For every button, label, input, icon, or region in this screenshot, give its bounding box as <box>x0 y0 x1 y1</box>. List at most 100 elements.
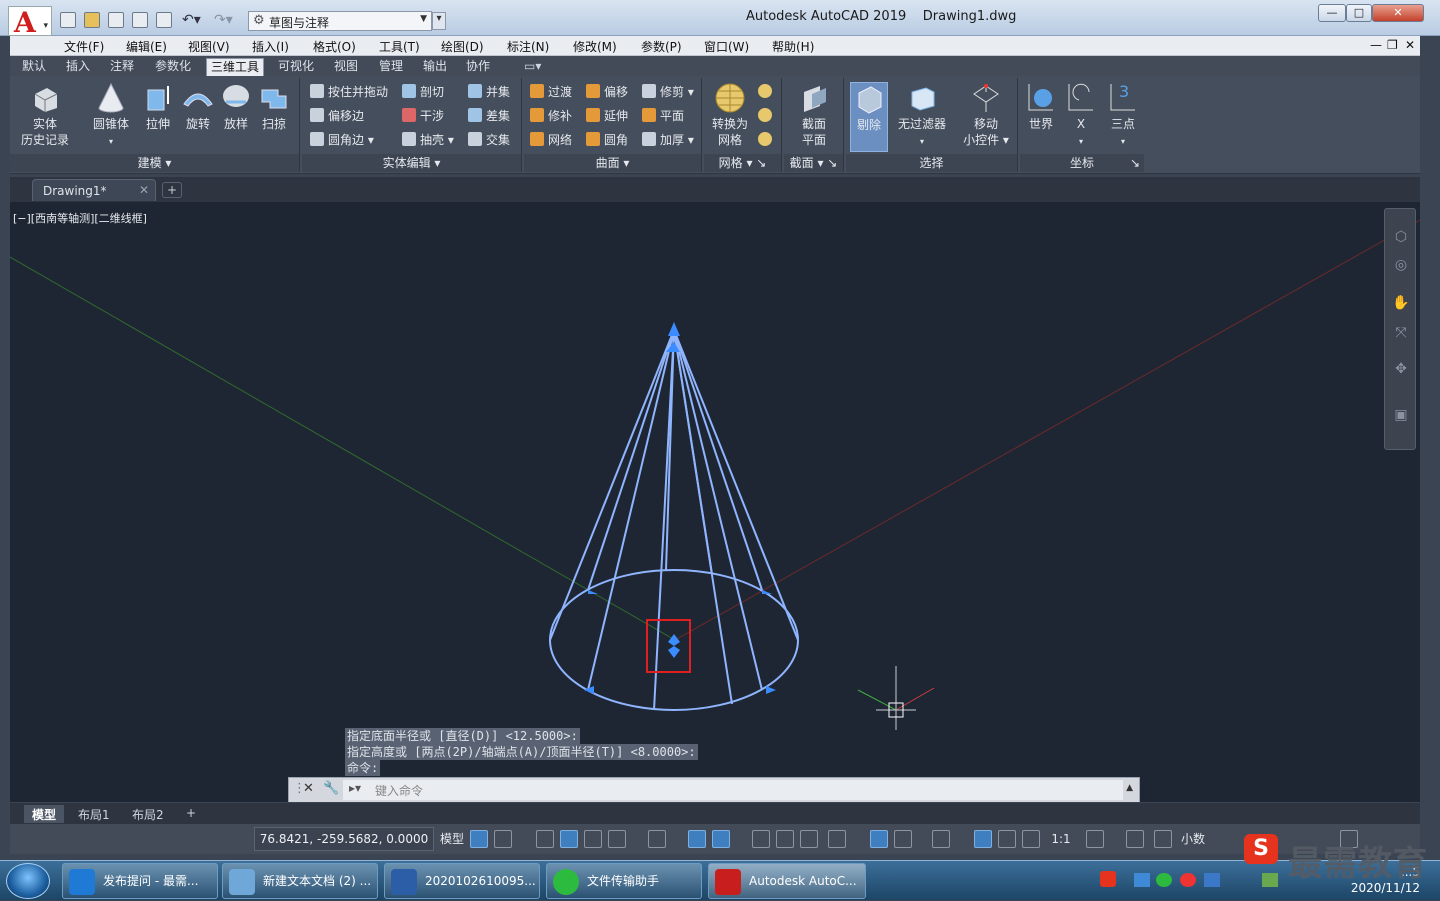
tab-manage[interactable]: 管理 <box>375 58 407 76</box>
menu-help[interactable]: 帮助(H) <box>772 38 814 55</box>
revolve-button[interactable]: 旋转 <box>178 82 218 132</box>
menu-tools[interactable]: 工具(T) <box>379 38 420 55</box>
surface-network-button[interactable]: 网络 <box>530 132 572 148</box>
menu-view[interactable]: 视图(V) <box>188 38 230 55</box>
taskbar-item-browser[interactable]: 发布提问 - 最需... <box>62 863 218 899</box>
auto-scale-icon[interactable] <box>998 830 1016 848</box>
intersect-button[interactable]: 交集 <box>468 132 510 148</box>
app-menu-button[interactable]: A ▾ <box>8 6 52 39</box>
dynamic-input-icon[interactable] <box>560 830 578 848</box>
tab-drawing1[interactable]: Drawing1* ✕ <box>32 179 156 201</box>
tab-output[interactable]: 输出 <box>419 58 451 76</box>
tab-3d-tools[interactable]: 三维工具 <box>206 58 265 76</box>
command-input[interactable]: ▸▾ 键入命令 <box>343 780 1123 800</box>
annotation-monitor-icon[interactable] <box>1126 830 1144 848</box>
no-filter-button[interactable]: 无过滤器 ▾ <box>894 82 950 150</box>
save-icon[interactable] <box>108 12 124 28</box>
object-snap-icon[interactable] <box>712 830 730 848</box>
taskbar-item-wechat[interactable]: 文件传输助手 <box>546 863 702 899</box>
wechat-tray-icon[interactable] <box>1156 873 1172 887</box>
mesh-option-3-icon[interactable] <box>758 132 776 148</box>
doc-minimize-button[interactable]: — <box>1370 38 1382 52</box>
zoom-icon[interactable]: ⤧ <box>1391 323 1411 343</box>
surface-planar-button[interactable]: 平面 <box>642 108 684 124</box>
interfere-button[interactable]: 干涉 <box>402 108 444 124</box>
units-icon[interactable] <box>1154 830 1172 848</box>
security-icon[interactable] <box>1180 873 1196 887</box>
orbit-icon[interactable]: ✥ <box>1391 359 1411 379</box>
tab-collaborate[interactable]: 协作 <box>462 58 494 76</box>
tab-default[interactable]: 默认 <box>18 58 50 76</box>
mesh-option-1-icon[interactable] <box>758 84 776 100</box>
start-button[interactable] <box>6 863 50 899</box>
menu-draw[interactable]: 绘图(D) <box>441 38 484 55</box>
shell-button[interactable]: 抽壳 ▾ <box>402 132 454 148</box>
menu-modify[interactable]: 修改(M) <box>573 38 617 55</box>
sweep-button[interactable]: 扫掠 <box>254 82 294 132</box>
close-icon[interactable]: ✕ <box>139 183 149 197</box>
quick-access-customize-button[interactable]: ▾ <box>432 12 446 30</box>
steering-wheel-icon[interactable]: ◎ <box>1391 255 1411 275</box>
shield-icon[interactable] <box>1204 873 1220 887</box>
infer-constraints-icon[interactable] <box>536 830 554 848</box>
undo-icon[interactable]: ↶▾ <box>182 12 201 28</box>
open-folder-icon[interactable] <box>84 12 100 28</box>
coordinate-readout[interactable]: 76.8421, -259.5682, 0.0000 <box>254 827 434 851</box>
snap-icon[interactable] <box>494 830 512 848</box>
model-space-button[interactable]: 模型 <box>438 829 466 849</box>
panel-modeling-title[interactable]: 建模 ▾ <box>10 154 299 172</box>
presspull-button[interactable]: 按住并拖动 <box>310 84 388 100</box>
surface-patch-button[interactable]: 修补 <box>530 108 572 124</box>
customize-wrench-icon[interactable]: 🔧 <box>323 781 339 796</box>
loft-button[interactable]: 放样 <box>216 82 256 132</box>
menu-file[interactable]: 文件(F) <box>64 38 104 55</box>
menu-parametric[interactable]: 参数(P) <box>641 38 682 55</box>
annotation-scale-icon[interactable] <box>1022 830 1040 848</box>
viewport-controls-label[interactable]: [−][西南等轴测][二维线框] <box>13 210 147 226</box>
new-tab-button[interactable]: + <box>162 182 182 198</box>
base-grip-icon[interactable] <box>766 686 776 694</box>
close-button[interactable]: ✕ <box>1372 4 1424 22</box>
cone-button[interactable]: 圆锥体 ▾ <box>86 82 136 150</box>
print-icon[interactable] <box>156 12 172 28</box>
ribbon-options-icon[interactable]: ▭▾ <box>520 58 545 76</box>
workspace-gear-icon[interactable] <box>1086 830 1104 848</box>
tab-visualize[interactable]: 可视化 <box>274 58 318 76</box>
taskbar-item-notepad[interactable]: 新建文本文档 (2) ... <box>222 863 378 899</box>
center-grip-icon[interactable] <box>668 634 680 646</box>
pan-hand-icon[interactable]: ✋ <box>1391 293 1411 313</box>
surface-offset-button[interactable]: 偏移 <box>586 84 628 100</box>
ucs-x-button[interactable]: X ▾ <box>1064 82 1098 150</box>
doc-close-button[interactable]: ✕ <box>1405 38 1415 52</box>
convert-to-mesh-button[interactable]: 转换为 网格 <box>708 82 752 148</box>
panel-mesh-title[interactable]: 网格 ▾ ↘ <box>704 154 781 172</box>
minimize-button[interactable]: — <box>1318 4 1346 22</box>
isodraft-icon[interactable] <box>648 830 666 848</box>
ucs-3point-button[interactable]: 3 三点 ▾ <box>1106 82 1140 150</box>
grid-icon[interactable] <box>470 830 488 848</box>
tab-layout2[interactable]: 布局2 <box>124 805 172 823</box>
units-select[interactable]: 小数 <box>1176 829 1210 849</box>
tab-insert[interactable]: 插入 <box>62 58 94 76</box>
subtract-button[interactable]: 差集 <box>468 108 510 124</box>
move-gizmo-button[interactable]: 移动 小控件 ▾ <box>958 82 1014 148</box>
surface-trim-button[interactable]: 修剪 ▾ <box>642 84 694 100</box>
network-icon[interactable] <box>1134 873 1150 887</box>
drawing-canvas[interactable]: [−][西南等轴测][二维线框] ⬡ ◎ ✋ ⤧ ✥ ▣ 指定底面半径或 [直径… <box>10 202 1420 802</box>
menu-format[interactable]: 格式(O) <box>313 38 356 55</box>
object-snap-tracking-icon[interactable] <box>688 830 706 848</box>
surface-sculpt-button[interactable]: 加厚 ▾ <box>642 132 694 148</box>
ucs-world-button[interactable]: 世界 <box>1024 82 1058 132</box>
polar-tracking-icon[interactable] <box>608 830 626 848</box>
taskbar-item-autocad[interactable]: Autodesk AutoC... <box>708 863 866 899</box>
tab-model[interactable]: 模型 <box>24 805 65 823</box>
annotation-scale-select[interactable]: 1:1 <box>1046 829 1076 849</box>
transparency-icon[interactable] <box>776 830 794 848</box>
surface-extend-button[interactable]: 延伸 <box>586 108 628 124</box>
panel-surface-title[interactable]: 曲面 ▾ <box>524 154 701 172</box>
doc-restore-button[interactable]: ❐ <box>1387 38 1398 52</box>
workspace-select[interactable]: ⚙ 草图与注释 ▼ <box>248 11 432 31</box>
tab-view[interactable]: 视图 <box>330 58 362 76</box>
surface-fillet-button[interactable]: 圆角 <box>586 132 628 148</box>
maximize-button[interactable]: □ <box>1346 4 1372 22</box>
